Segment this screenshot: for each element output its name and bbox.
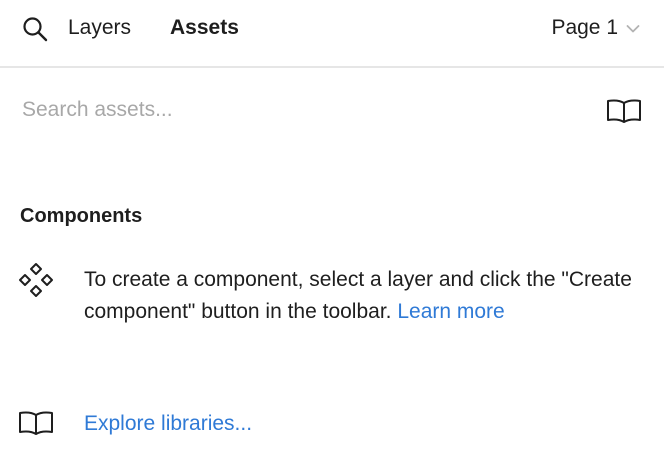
page-selector-label: Page 1: [551, 16, 618, 39]
book-icon[interactable]: [606, 98, 642, 124]
page-selector[interactable]: Page 1: [551, 14, 640, 42]
book-icon: [19, 411, 53, 435]
panel-header: Layers Assets Page 1: [0, 0, 664, 68]
explore-libraries-link[interactable]: Explore libraries...: [84, 409, 252, 439]
search-assets-input[interactable]: [20, 94, 584, 126]
components-help-text: To create a component, select a layer an…: [84, 268, 632, 323]
components-section-title: Components: [20, 205, 143, 227]
component-icon: [19, 263, 53, 297]
learn-more-link[interactable]: Learn more: [397, 300, 504, 323]
search-icon[interactable]: [22, 16, 48, 42]
asset-search-row: [0, 70, 664, 152]
components-empty-message: To create a component, select a layer an…: [84, 264, 644, 328]
chevron-down-icon: [626, 25, 640, 33]
tab-layers[interactable]: Layers: [68, 14, 131, 42]
tab-assets[interactable]: Assets: [170, 14, 239, 42]
